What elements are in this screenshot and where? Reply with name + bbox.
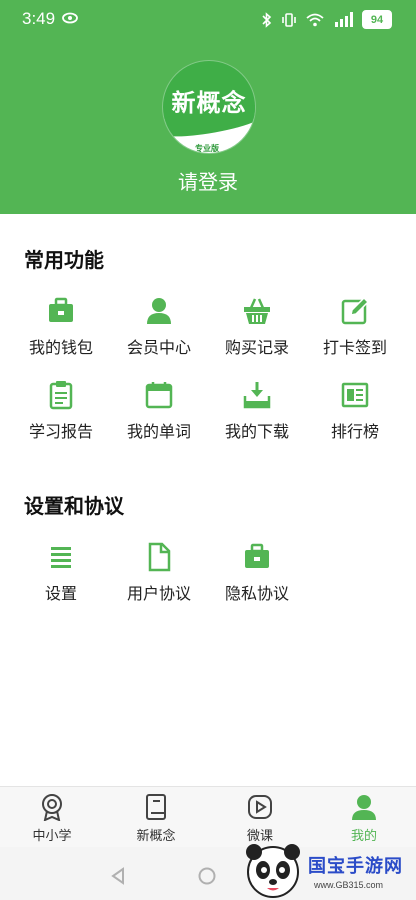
- download-icon: [243, 382, 271, 409]
- membership-label: 会员中心: [126, 338, 191, 357]
- tab-micro-course[interactable]: 微课: [208, 793, 312, 844]
- panda-icon: [246, 844, 300, 898]
- tab-primary-school-label: 中小学: [32, 829, 72, 844]
- login-link[interactable]: 请登录: [0, 166, 416, 195]
- medal-icon: [42, 794, 62, 821]
- my-downloads-label: 我的下载: [224, 422, 289, 441]
- status-time: 3:49: [22, 9, 56, 28]
- user-icon: [352, 795, 376, 820]
- calendar-icon: [145, 382, 173, 409]
- tab-primary-school[interactable]: 中小学: [0, 793, 104, 844]
- my-words-button[interactable]: 我的单词: [107, 380, 211, 442]
- briefcase-icon: [245, 543, 269, 568]
- wallet-icon: [49, 297, 73, 322]
- home-icon[interactable]: [198, 867, 216, 885]
- menu-icon: [51, 547, 71, 568]
- my-words-label: 我的单词: [126, 422, 191, 441]
- settings-button[interactable]: 设置: [9, 542, 113, 604]
- tab-mine[interactable]: 我的: [312, 793, 416, 844]
- bottom-tab-bar: 中小学 新概念 微课 我的: [0, 786, 416, 847]
- purchase-history-label: 购买记录: [224, 338, 289, 357]
- user-icon: [147, 298, 171, 324]
- wallet-button[interactable]: 我的钱包: [9, 296, 113, 358]
- study-report-button[interactable]: 学习报告: [9, 380, 113, 442]
- vibrate-icon: [282, 12, 296, 27]
- watermark-brand: 国宝手游网: [308, 856, 403, 877]
- battery-icon: 94: [362, 10, 392, 29]
- purchase-history-button[interactable]: 购买记录: [205, 296, 309, 358]
- check-in-label: 打卡签到: [322, 338, 387, 357]
- avatar-badge: 专业版: [195, 144, 219, 153]
- bluetooth-icon: [262, 11, 272, 28]
- ranking-button[interactable]: 排行榜: [303, 380, 407, 442]
- membership-button[interactable]: 会员中心: [107, 296, 211, 358]
- ranking-label: 排行榜: [330, 422, 379, 441]
- book-icon: [146, 794, 166, 820]
- edit-icon: [341, 296, 370, 325]
- ranking-icon: [341, 382, 369, 408]
- study-report-label: 学习报告: [28, 422, 93, 441]
- wallet-label: 我的钱包: [28, 338, 93, 357]
- basket-icon: [244, 298, 270, 324]
- back-icon[interactable]: [110, 867, 126, 885]
- document-icon: [148, 542, 171, 572]
- tab-new-concept[interactable]: 新概念: [104, 793, 208, 844]
- privacy-agreement-button[interactable]: 隐私协议: [205, 542, 309, 604]
- settings-label: 设置: [44, 584, 77, 603]
- watermark: 国宝手游网 www.GB315.com: [236, 840, 416, 900]
- wifi-icon: [306, 13, 324, 26]
- common-functions-title: 常用功能: [24, 248, 104, 272]
- user-agreement-button[interactable]: 用户协议: [107, 542, 211, 604]
- avatar-logo-text: 新概念: [171, 89, 247, 117]
- content-card: 常用功能 我的钱包 会员中心 购买记录 打卡签到 学习报告 我的单词 我的下载 …: [0, 214, 416, 786]
- signal-icon: [335, 12, 353, 27]
- settings-section-title: 设置和协议: [24, 494, 124, 518]
- watermark-url: www.GB315.com: [314, 880, 384, 890]
- video-icon: [248, 795, 272, 819]
- check-in-button[interactable]: 打卡签到: [303, 296, 407, 358]
- clipboard-icon: [49, 381, 73, 410]
- user-agreement-label: 用户协议: [126, 584, 191, 603]
- eye-icon: [62, 12, 78, 24]
- status-bar: 3:49 94: [0, 0, 416, 38]
- tab-new-concept-label: 新概念: [136, 829, 176, 844]
- avatar[interactable]: 新概念 专业版: [162, 60, 256, 154]
- profile-header: 3:49 94 新概念 专业版 请登录: [0, 0, 416, 214]
- my-downloads-button[interactable]: 我的下载: [205, 380, 309, 442]
- privacy-agreement-label: 隐私协议: [224, 584, 289, 603]
